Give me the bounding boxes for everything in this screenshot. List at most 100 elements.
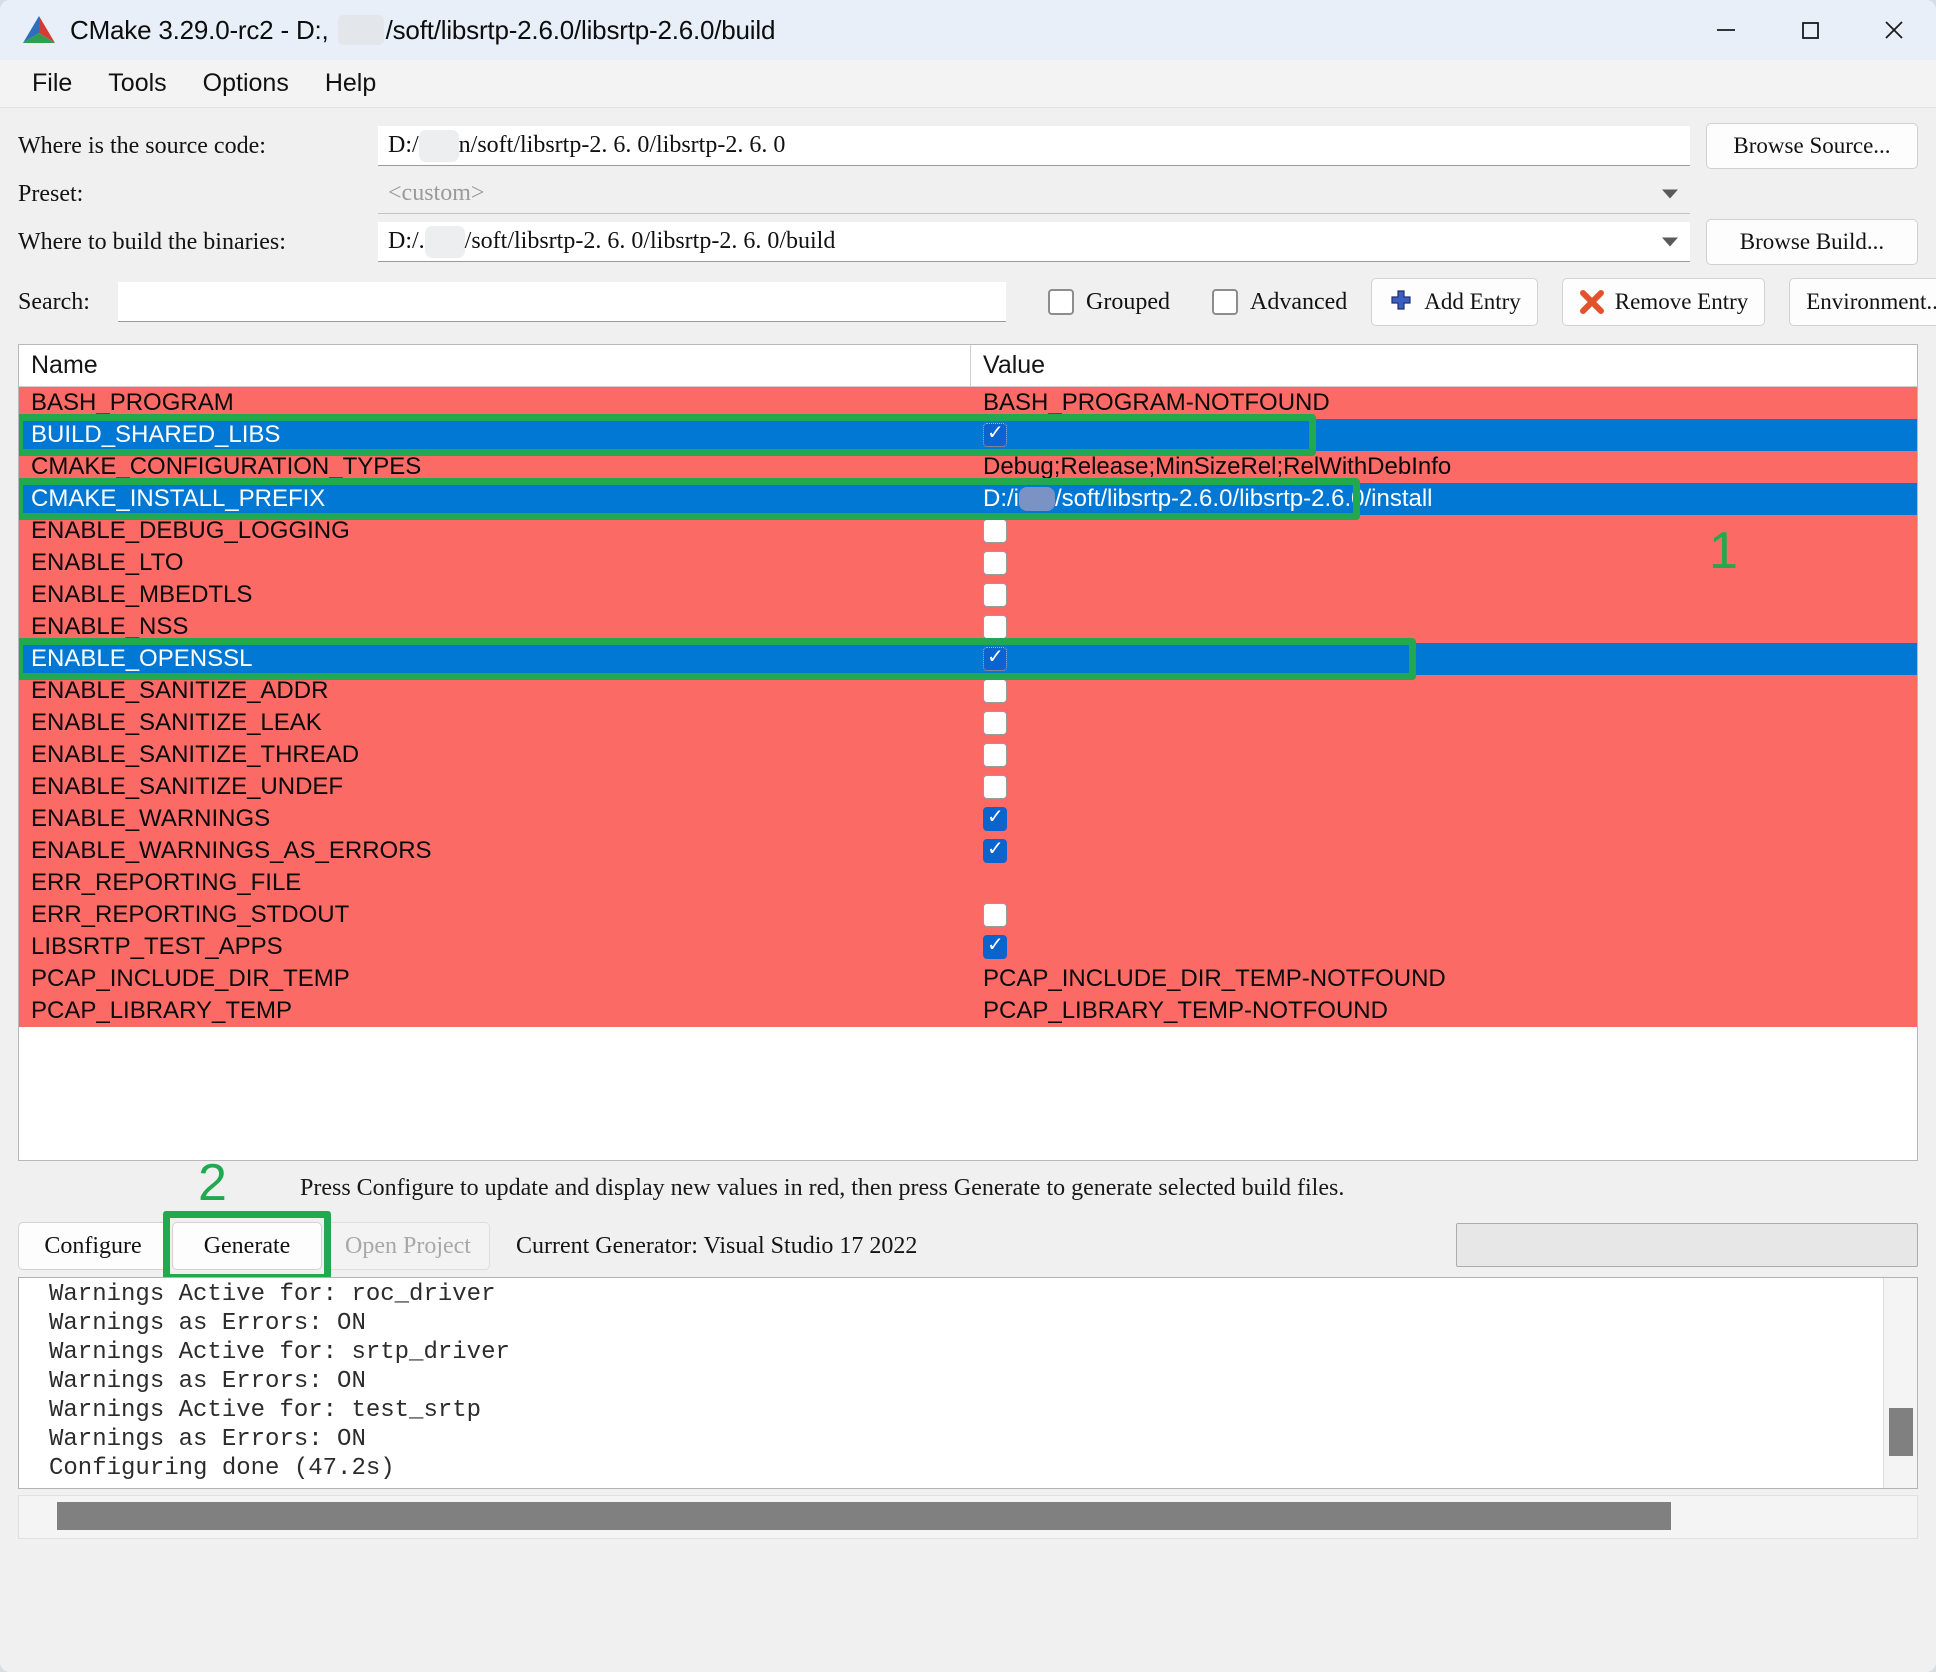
column-header-name[interactable]: Name bbox=[19, 345, 971, 386]
value-checkbox[interactable] bbox=[983, 519, 1007, 543]
table-row[interactable]: LIBSRTP_TEST_APPS bbox=[19, 931, 1917, 963]
value-checkbox[interactable] bbox=[983, 583, 1007, 607]
table-row[interactable]: ENABLE_WARNINGS bbox=[19, 803, 1917, 835]
table-row[interactable]: ERR_REPORTING_FILE bbox=[19, 867, 1917, 899]
configure-button[interactable]: Configure bbox=[18, 1222, 168, 1270]
advanced-checkbox-box bbox=[1211, 289, 1238, 315]
grouped-checkbox[interactable]: Grouped bbox=[1048, 289, 1170, 316]
minimize-button[interactable] bbox=[1684, 0, 1768, 60]
value-checkbox[interactable] bbox=[983, 615, 1007, 639]
value-redaction bbox=[1019, 487, 1055, 511]
action-bar: Configure Generate Open Project Current … bbox=[0, 1211, 1936, 1281]
menu-item-tools[interactable]: Tools bbox=[92, 65, 182, 102]
preset-select[interactable]: <custom> bbox=[378, 174, 1690, 214]
table-row[interactable]: ENABLE_NSS bbox=[19, 611, 1917, 643]
table-row[interactable]: BASH_PROGRAM BASH_PROGRAM-NOTFOUND bbox=[19, 387, 1917, 419]
value-checkbox[interactable] bbox=[983, 679, 1007, 703]
log-vertical-scrollbar[interactable] bbox=[1883, 1278, 1917, 1488]
build-prefix: D:/. bbox=[388, 228, 425, 254]
red-x-icon bbox=[1579, 290, 1604, 314]
value-checkbox[interactable] bbox=[983, 743, 1007, 767]
cache-entry-value[interactable] bbox=[971, 935, 1917, 959]
build-value: /soft/libsrtp-2. 6. 0/libsrtp-2. 6. 0/bu… bbox=[464, 228, 836, 254]
table-row[interactable]: ENABLE_MBEDTLS bbox=[19, 579, 1917, 611]
build-input[interactable]: D:/. /soft/libsrtp-2. 6. 0/libsrtp-2. 6. … bbox=[378, 222, 1690, 262]
cache-entry-value[interactable] bbox=[971, 711, 1917, 735]
value-checkbox[interactable] bbox=[983, 423, 1007, 447]
generate-button[interactable]: Generate bbox=[172, 1222, 322, 1270]
table-row[interactable]: CMAKE_CONFIGURATION_TYPES Debug;Release;M… bbox=[19, 451, 1917, 483]
cache-entry-value[interactable] bbox=[971, 423, 1917, 447]
table-row[interactable]: PCAP_LIBRARY_TEMP PCAP_LIBRARY_TEMP-NOTFO… bbox=[19, 995, 1917, 1027]
cache-entry-value[interactable] bbox=[971, 839, 1917, 863]
cache-entry-value[interactable]: D:/i/soft/libsrtp-2.6.0/libsrtp-2.6.0/in… bbox=[971, 485, 1917, 513]
progress-bar bbox=[1456, 1223, 1918, 1267]
value-checkbox[interactable] bbox=[983, 903, 1007, 927]
table-row[interactable]: ENABLE_SANITIZE_UNDEF bbox=[19, 771, 1917, 803]
cache-entry-value[interactable] bbox=[971, 743, 1917, 767]
cache-entry-value[interactable] bbox=[971, 519, 1917, 543]
table-row[interactable]: PCAP_INCLUDE_DIR_TEMP PCAP_INCLUDE_DIR_TE… bbox=[19, 963, 1917, 995]
advanced-checkbox[interactable]: Advanced bbox=[1211, 289, 1347, 316]
cache-entry-value[interactable] bbox=[971, 551, 1917, 575]
search-input[interactable] bbox=[118, 282, 1006, 322]
value-checkbox[interactable] bbox=[983, 711, 1007, 735]
annotation-2: 2 bbox=[198, 1154, 227, 1212]
cache-entry-value[interactable]: PCAP_INCLUDE_DIR_TEMP-NOTFOUND bbox=[971, 965, 1917, 993]
cache-entry-value[interactable] bbox=[971, 775, 1917, 799]
table-row[interactable]: ERR_REPORTING_STDOUT bbox=[19, 899, 1917, 931]
value-checkbox[interactable] bbox=[983, 839, 1007, 863]
value-checkbox[interactable] bbox=[983, 807, 1007, 831]
value-checkbox[interactable] bbox=[983, 647, 1007, 671]
table-row[interactable]: ENABLE_OPENSSL bbox=[19, 643, 1917, 675]
table-row[interactable]: ENABLE_LTO bbox=[19, 547, 1917, 579]
table-header: Name Value bbox=[19, 345, 1917, 387]
cache-entry-value[interactable]: BASH_PROGRAM-NOTFOUND bbox=[971, 389, 1917, 417]
browse-build-button[interactable]: Browse Build... bbox=[1706, 219, 1918, 265]
maximize-button[interactable] bbox=[1768, 0, 1852, 60]
cache-entry-name: ENABLE_OPENSSL bbox=[31, 645, 253, 672]
table-row[interactable]: BUILD_SHARED_LIBS bbox=[19, 419, 1917, 451]
close-button[interactable] bbox=[1852, 0, 1936, 60]
source-input[interactable]: D:/ n/soft/libsrtp-2. 6. 0/libsrtp-2. 6. … bbox=[378, 126, 1690, 166]
value-checkbox[interactable] bbox=[983, 935, 1007, 959]
table-row[interactable]: ENABLE_SANITIZE_THREAD bbox=[19, 739, 1917, 771]
cache-entry-value[interactable] bbox=[971, 903, 1917, 927]
cache-entry-value[interactable]: Debug;Release;MinSizeRel;RelWithDebInfo bbox=[971, 453, 1917, 481]
cache-entry-value[interactable] bbox=[971, 615, 1917, 639]
cache-entry-name: ENABLE_WARNINGS_AS_ERRORS bbox=[31, 837, 432, 864]
table-row[interactable]: ENABLE_WARNINGS_AS_ERRORS bbox=[19, 835, 1917, 867]
log-output: Warnings Active for: roc_driver Warnings… bbox=[18, 1277, 1918, 1489]
maximize-icon bbox=[1802, 22, 1819, 39]
cache-entry-value[interactable] bbox=[971, 583, 1917, 607]
menu-item-options[interactable]: Options bbox=[187, 65, 305, 102]
source-value: n/soft/libsrtp-2. 6. 0/libsrtp-2. 6. 0 bbox=[458, 132, 786, 158]
value-checkbox[interactable] bbox=[983, 551, 1007, 575]
table-row[interactable]: ENABLE_DEBUG_LOGGING bbox=[19, 515, 1917, 547]
log-hscroll-thumb[interactable] bbox=[57, 1502, 1671, 1530]
cache-entry-name: ENABLE_SANITIZE_THREAD bbox=[31, 741, 360, 768]
column-header-value[interactable]: Value bbox=[971, 345, 1917, 386]
table-row[interactable]: ENABLE_SANITIZE_LEAK bbox=[19, 707, 1917, 739]
remove-entry-button[interactable]: Remove Entry bbox=[1561, 278, 1766, 326]
search-label: Search: bbox=[18, 288, 90, 315]
cache-entry-name: ENABLE_SANITIZE_UNDEF bbox=[31, 773, 344, 800]
cache-entry-value[interactable] bbox=[971, 679, 1917, 703]
log-horizontal-scrollbar[interactable] bbox=[18, 1495, 1918, 1539]
cache-entry-value[interactable] bbox=[971, 807, 1917, 831]
environment-button[interactable]: Environment... bbox=[1789, 278, 1936, 326]
menu-item-file[interactable]: File bbox=[16, 65, 88, 102]
menu-item-help[interactable]: Help bbox=[309, 65, 392, 102]
chevron-down-icon bbox=[1662, 189, 1678, 198]
menu-bar: File Tools Options Help bbox=[0, 60, 1936, 108]
value-checkbox[interactable] bbox=[983, 775, 1007, 799]
browse-source-button[interactable]: Browse Source... bbox=[1706, 123, 1918, 169]
close-icon bbox=[1885, 21, 1903, 39]
cache-entry-name: ENABLE_SANITIZE_ADDR bbox=[31, 677, 329, 704]
add-entry-button[interactable]: Add Entry bbox=[1371, 278, 1538, 326]
log-scroll-thumb[interactable] bbox=[1889, 1408, 1913, 1456]
cache-entry-value[interactable]: PCAP_LIBRARY_TEMP-NOTFOUND bbox=[971, 997, 1917, 1025]
table-row[interactable]: ENABLE_SANITIZE_ADDR bbox=[19, 675, 1917, 707]
table-row[interactable]: CMAKE_INSTALL_PREFIX D:/i/soft/libsrtp-2.… bbox=[19, 483, 1917, 515]
cache-entry-value[interactable] bbox=[971, 647, 1917, 671]
